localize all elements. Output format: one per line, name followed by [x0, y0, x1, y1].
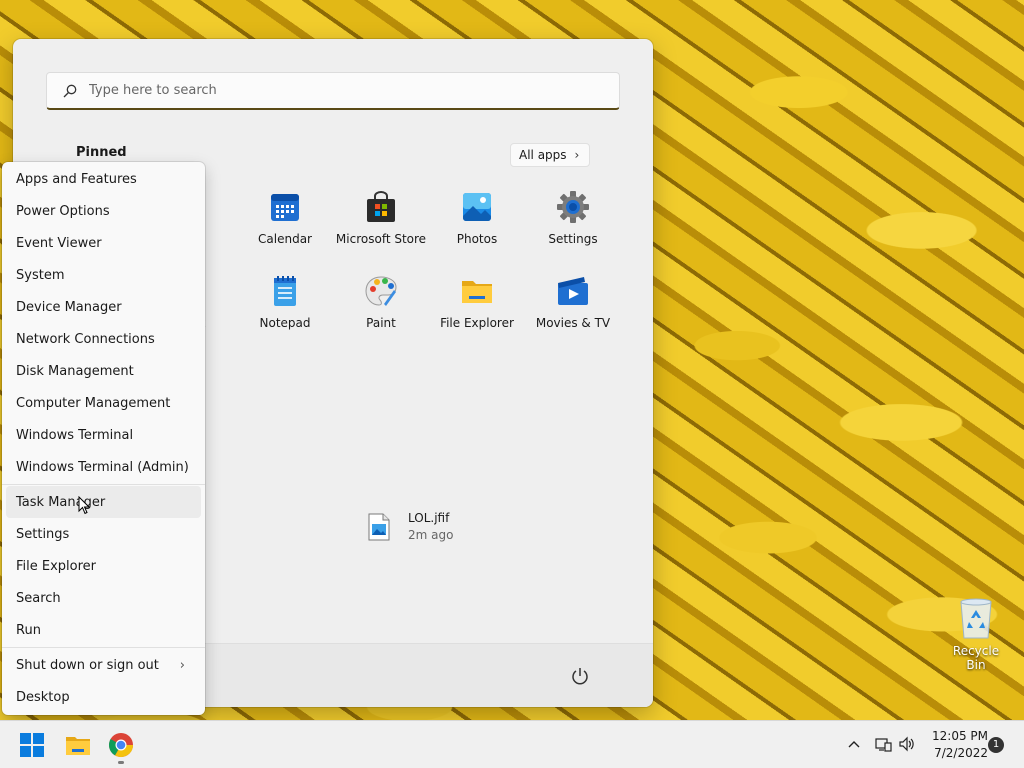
ctx-item-apps-and-features[interactable]: Apps and Features — [2, 163, 201, 195]
pinned-heading: Pinned — [76, 145, 127, 160]
mouse-cursor-icon — [78, 496, 90, 515]
settings-gear-icon — [556, 190, 590, 224]
recent-file-time: 2m ago — [408, 528, 454, 542]
menu-separator — [2, 484, 205, 485]
ctx-item-device-manager[interactable]: Device Manager — [2, 291, 201, 323]
all-apps-label: All apps — [519, 148, 567, 162]
ctx-item-windows-terminal-admin[interactable]: Windows Terminal (Admin) — [2, 451, 201, 483]
ctx-item-label: Search — [16, 590, 61, 606]
taskbar-clock[interactable]: 12:05 PM 7/2/2022 — [926, 728, 988, 762]
photos-icon — [460, 190, 494, 224]
start-search-box[interactable] — [46, 72, 620, 110]
running-app-indicator — [118, 761, 124, 764]
ctx-item-label: Settings — [16, 526, 70, 542]
search-input[interactable] — [89, 83, 569, 98]
ctx-item-event-viewer[interactable]: Event Viewer — [2, 227, 201, 259]
ctx-item-settings[interactable]: Settings — [2, 518, 201, 550]
ctx-item-label: Run — [16, 622, 41, 638]
ctx-item-label: File Explorer — [16, 558, 97, 574]
pinned-app-label: Calendar — [258, 232, 312, 246]
power-button[interactable] — [570, 666, 590, 686]
pinned-app-label: Paint — [366, 316, 396, 330]
pinned-app-settings[interactable]: Settings — [525, 190, 621, 246]
pinned-app-paint[interactable]: Paint — [333, 274, 429, 330]
pinned-app-calendar[interactable]: Calendar — [237, 190, 333, 246]
pinned-app-file-explorer[interactable]: File Explorer — [429, 274, 525, 330]
pinned-app-label: Photos — [456, 232, 498, 246]
recycle-bin-label: Recycle Bin — [952, 644, 1000, 672]
ctx-item-label: Event Viewer — [16, 235, 102, 251]
ctx-item-windows-terminal[interactable]: Windows Terminal — [2, 419, 201, 451]
ctx-item-system[interactable]: System — [2, 259, 201, 291]
pinned-app-label: Movies & TV — [535, 316, 611, 330]
file-explorer-taskbar-icon[interactable] — [64, 731, 92, 759]
pinned-app-label: Notepad — [259, 316, 311, 330]
power-icon — [572, 668, 588, 685]
ctx-item-file-explorer[interactable]: File Explorer — [2, 550, 201, 582]
clock-date: 7/2/2022 — [934, 746, 988, 760]
ctx-item-label: Network Connections — [16, 331, 155, 347]
desktop-icon-recycle-bin[interactable]: Recycle Bin — [944, 596, 1008, 672]
ctx-item-search[interactable]: Search — [2, 582, 201, 614]
pinned-app-label: File Explorer — [440, 316, 514, 330]
calendar-icon — [268, 190, 302, 224]
pinned-app-photos[interactable]: Photos — [429, 190, 525, 246]
ctx-item-power-options[interactable]: Power Options — [2, 195, 201, 227]
notepad-icon — [268, 274, 302, 308]
ctx-item-disk-management[interactable]: Disk Management — [2, 355, 201, 387]
ctx-item-desktop[interactable]: Desktop — [2, 681, 201, 713]
ctx-item-label: Desktop — [16, 689, 70, 705]
search-icon — [63, 84, 77, 97]
ctx-item-task-manager[interactable]: Task Manager — [6, 486, 201, 518]
chevron-right-icon: › — [574, 148, 580, 162]
store-icon — [364, 190, 398, 224]
recent-file-name: LOL.jfif — [408, 511, 450, 525]
notification-badge[interactable]: 1 — [988, 737, 1004, 753]
ctx-item-label: Task Manager — [16, 494, 106, 510]
pinned-app-microsoft-store[interactable]: Microsoft Store — [333, 190, 429, 246]
chevron-right-icon: › — [179, 657, 185, 673]
all-apps-button[interactable]: All apps › — [510, 143, 591, 167]
ctx-item-label: Disk Management — [16, 363, 134, 379]
pinned-app-label: Settings — [548, 232, 598, 246]
windows-start-icon[interactable] — [19, 732, 45, 758]
movies-icon — [556, 274, 590, 308]
folder-icon — [460, 274, 494, 308]
menu-separator — [2, 647, 205, 648]
recent-file-item[interactable]: LOL.jfif 2m ago — [368, 511, 453, 542]
ctx-item-label: Computer Management — [16, 395, 171, 411]
pinned-app-label: Microsoft Store — [335, 232, 427, 246]
paint-icon — [364, 274, 398, 308]
volume-icon[interactable] — [898, 735, 916, 753]
ctx-item-run[interactable]: Run — [2, 614, 201, 646]
pinned-app-movies-tv[interactable]: Movies & TV — [525, 274, 621, 330]
ctx-item-shut-down-or-sign-out[interactable]: Shut down or sign out › — [2, 649, 201, 681]
chrome-taskbar-icon[interactable] — [107, 731, 135, 759]
ctx-item-computer-management[interactable]: Computer Management — [2, 387, 201, 419]
ctx-item-label: Windows Terminal (Admin) — [16, 459, 189, 475]
ctx-item-label: Shut down or sign out — [16, 657, 159, 673]
pinned-app-notepad[interactable]: Notepad — [237, 274, 333, 330]
image-file-icon — [368, 513, 390, 541]
quick-link-context-menu: Apps and Features Power Options Event Vi… — [2, 162, 205, 715]
ctx-item-label: Apps and Features — [16, 171, 137, 187]
ctx-item-label: Power Options — [16, 203, 110, 219]
taskbar: 12:05 PM 7/2/2022 1 — [0, 720, 1024, 768]
ctx-item-label: Device Manager — [16, 299, 122, 315]
recycle-bin-icon — [960, 598, 992, 639]
ctx-item-label: Windows Terminal — [16, 427, 134, 443]
clock-time: 12:05 PM — [932, 729, 988, 743]
ctx-item-label: System — [16, 267, 65, 283]
chevron-up-icon[interactable] — [846, 736, 862, 752]
network-icon[interactable] — [874, 735, 892, 753]
ctx-item-network-connections[interactable]: Network Connections — [2, 323, 201, 355]
